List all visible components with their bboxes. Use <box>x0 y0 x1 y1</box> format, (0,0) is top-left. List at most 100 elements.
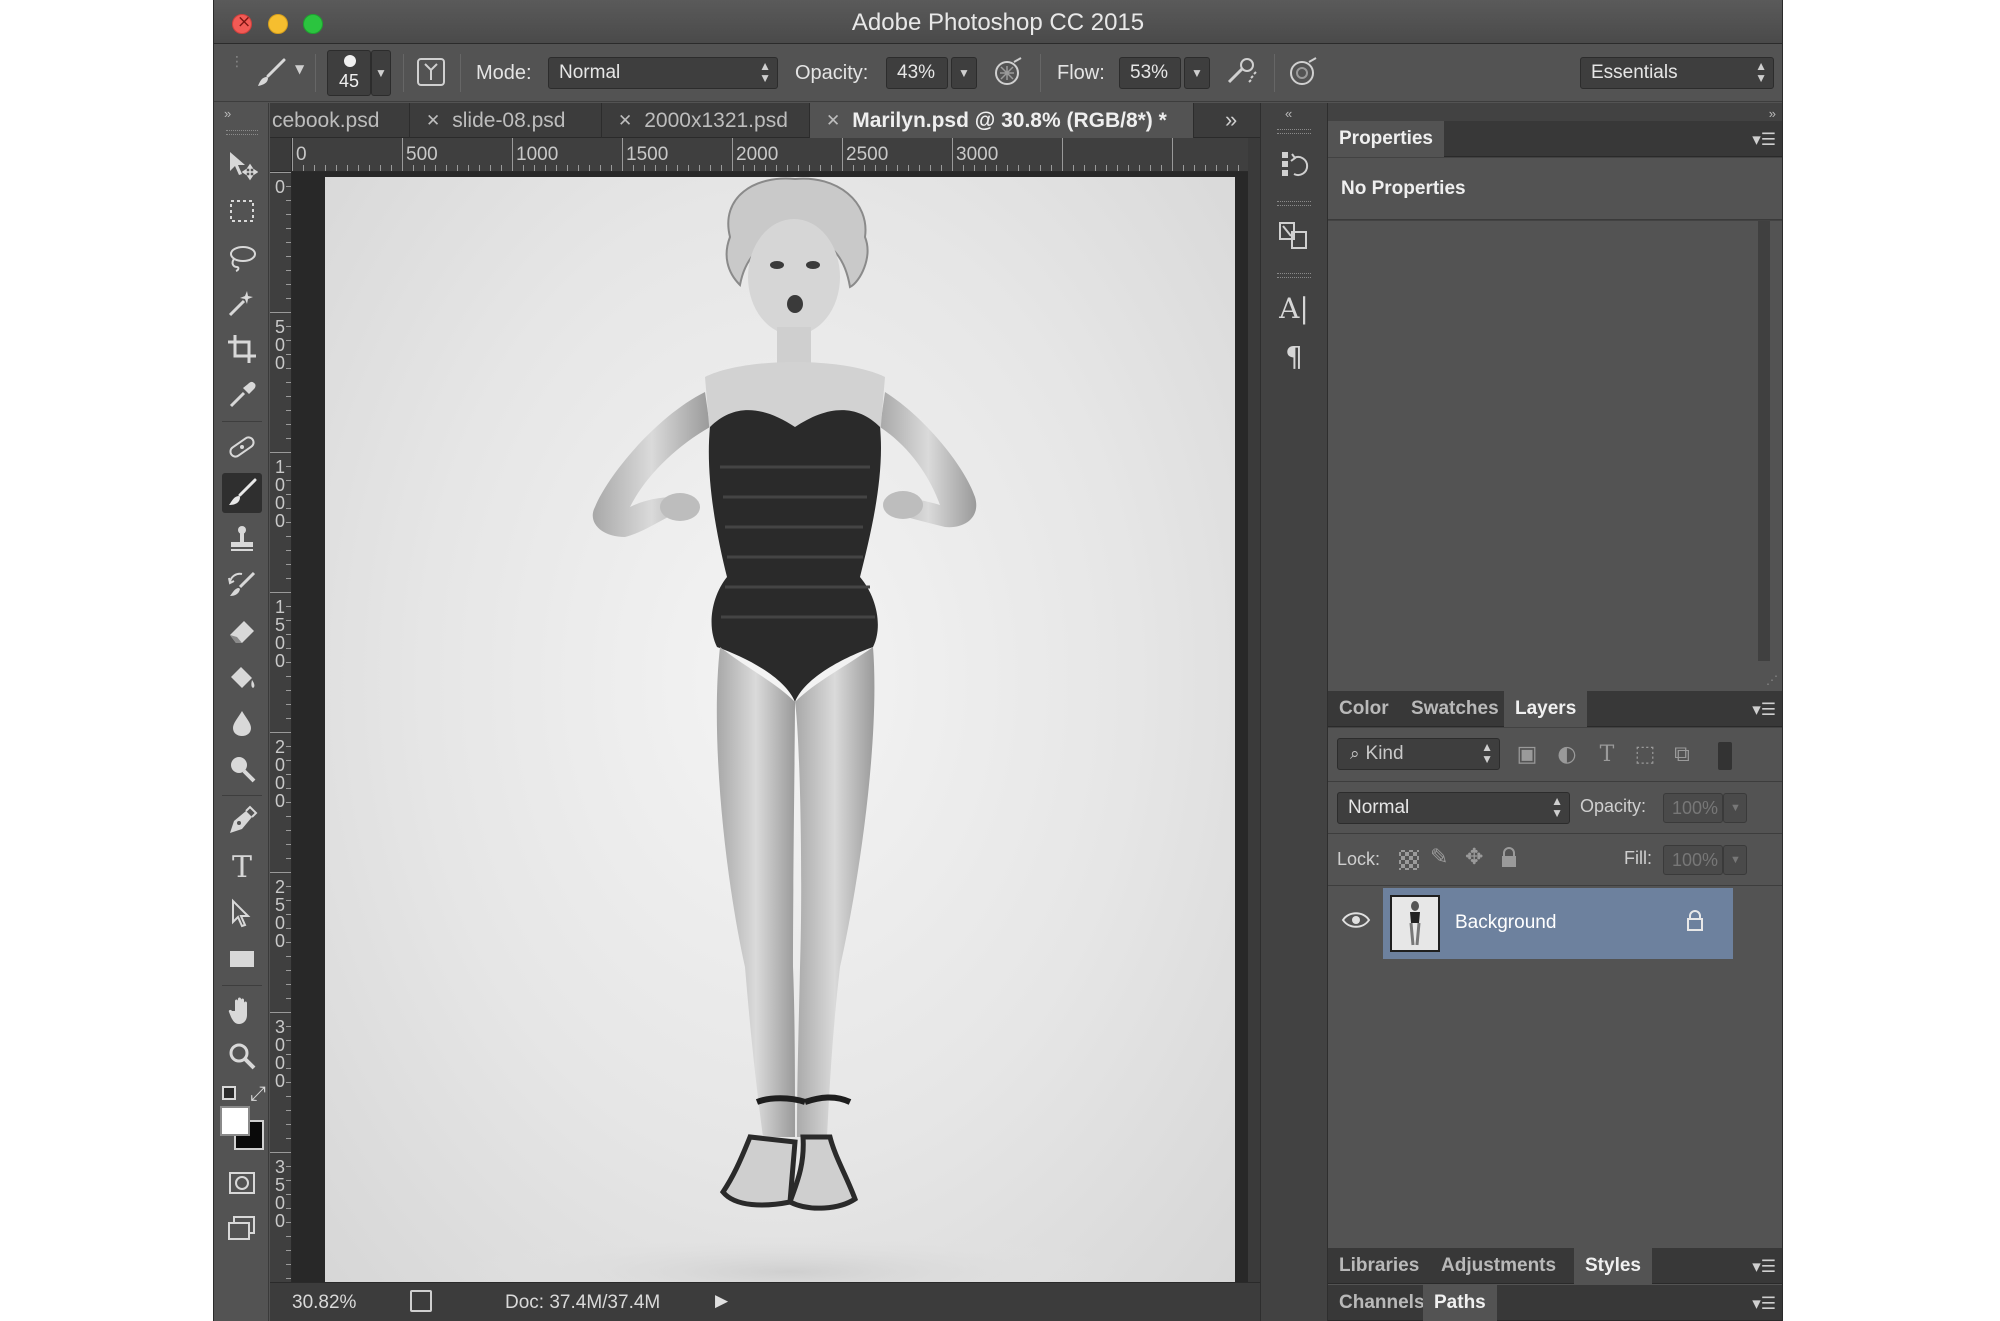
zoom-level[interactable]: 30.82% <box>292 1292 356 1314</box>
quick-mask-icon[interactable] <box>222 1163 262 1203</box>
resize-grip-icon[interactable]: ⋰ <box>1766 673 1778 687</box>
character-panel-icon[interactable]: A| <box>1273 287 1315 329</box>
layer-row[interactable]: Background <box>1328 888 1782 959</box>
panel-menu-icon[interactable]: ▾☰ <box>1752 700 1776 720</box>
workspace-select[interactable]: Essentials ▲ ▼ <box>1580 57 1774 89</box>
collapse-panels-icon[interactable]: » <box>1769 106 1776 121</box>
pressure-size-icon[interactable] <box>1287 56 1319 95</box>
adjustment-filter-icon[interactable]: ◐ <box>1553 740 1581 768</box>
lock-pixels-icon[interactable]: ✎ <box>1430 845 1448 870</box>
flow-dropdown[interactable]: ▼ <box>1184 57 1210 89</box>
path-select-icon[interactable] <box>222 893 262 933</box>
close-tab-icon[interactable]: ✕ <box>826 111 840 131</box>
screen-mode-icon[interactable] <box>222 1209 262 1249</box>
status-menu-arrow-icon[interactable]: ▶ <box>715 1291 728 1311</box>
more-tabs-icon[interactable]: » <box>1225 107 1237 133</box>
document-image[interactable] <box>325 177 1235 1282</box>
layer-opacity-dropdown[interactable]: ▼ <box>1723 793 1747 823</box>
eraser-icon[interactable] <box>222 611 262 651</box>
pixel-filter-icon[interactable]: ▣ <box>1513 740 1541 768</box>
panel-menu-icon[interactable]: ▾☰ <box>1752 1294 1776 1314</box>
type-filter-icon[interactable]: T <box>1593 740 1621 768</box>
tab-cebook[interactable]: cebook.psd <box>270 103 410 138</box>
move-icon[interactable] <box>222 145 262 185</box>
tab-libraries[interactable]: Libraries <box>1328 1248 1430 1284</box>
tab-color[interactable]: Color <box>1328 691 1400 727</box>
layers-scrollbar[interactable] <box>1762 888 1770 959</box>
clone-source-panel-icon[interactable] <box>1273 215 1315 257</box>
fill-field[interactable]: 100% <box>1663 845 1723 875</box>
blend-mode-select[interactable]: Normal ▲ ▼ <box>1337 792 1570 824</box>
flow-field[interactable]: 53% <box>1119 57 1181 89</box>
visibility-eye-icon[interactable] <box>1341 908 1371 937</box>
panel-menu-icon[interactable]: ▾☰ <box>1752 1257 1776 1277</box>
properties-scrollbar[interactable] <box>1758 221 1770 661</box>
layer-thumbnail[interactable] <box>1390 895 1440 952</box>
share-icon[interactable] <box>410 1290 432 1312</box>
rectangle-icon[interactable] <box>222 939 262 979</box>
airbrush-icon[interactable] <box>1225 56 1259 95</box>
lasso-icon[interactable] <box>222 237 262 277</box>
filter-kind-select[interactable]: ⌕ Kind ▲ ▼ <box>1337 738 1500 770</box>
close-tab-icon[interactable]: ✕ <box>618 111 632 131</box>
lock-all-icon[interactable] <box>1500 847 1518 867</box>
lock-transparent-icon[interactable] <box>1399 850 1419 870</box>
vertical-scrollbar[interactable] <box>1248 138 1260 1321</box>
foreground-color-swatch[interactable] <box>220 1106 250 1136</box>
brush-size-box[interactable]: 45 <box>327 50 371 96</box>
collapse-dock-icon[interactable]: « <box>1285 106 1292 121</box>
tab-properties[interactable]: Properties <box>1328 121 1444 157</box>
tab-slide-08[interactable]: ✕ slide-08.psd <box>410 103 602 138</box>
type-icon[interactable]: T <box>222 847 262 887</box>
magic-wand-icon[interactable] <box>222 283 262 323</box>
shape-filter-icon[interactable]: ⬚ <box>1631 740 1659 768</box>
brush-panel-toggle-icon[interactable] <box>415 56 447 95</box>
panel-menu-icon[interactable]: ▾☰ <box>1752 130 1776 150</box>
ruler-corner[interactable] <box>270 138 292 172</box>
collapse-toolbar-icon[interactable]: » <box>224 106 231 121</box>
filter-toggle[interactable] <box>1718 742 1732 770</box>
paragraph-panel-icon[interactable]: ¶ <box>1273 335 1315 377</box>
title-bar: Adobe Photoshop CC 2015 <box>214 0 1782 44</box>
paint-bucket-icon[interactable] <box>222 657 262 697</box>
close-tab-icon[interactable]: ✕ <box>426 111 440 131</box>
marquee-icon[interactable] <box>222 191 262 231</box>
pressure-opacity-icon[interactable] <box>992 56 1024 95</box>
tab-adjustments[interactable]: Adjustments <box>1430 1248 1567 1284</box>
tab-styles[interactable]: Styles <box>1574 1248 1652 1284</box>
history-brush-icon[interactable] <box>222 565 262 605</box>
zoom-icon[interactable] <box>222 1037 262 1077</box>
brush-size-dropdown[interactable]: ▼ <box>371 50 391 96</box>
document-canvas[interactable] <box>292 172 1248 1282</box>
brush-preset-icon[interactable] <box>254 56 288 97</box>
crop-icon[interactable] <box>222 329 262 369</box>
layer-name[interactable]: Background <box>1455 912 1556 934</box>
stamp-icon[interactable] <box>222 519 262 559</box>
history-panel-icon[interactable] <box>1273 143 1315 185</box>
tab-paths[interactable]: Paths <box>1423 1285 1497 1321</box>
lock-position-icon[interactable]: ✥ <box>1465 845 1483 870</box>
dodge-icon[interactable] <box>222 749 262 789</box>
tab-marilyn[interactable]: ✕ Marilyn.psd @ 30.8% (RGB/8*) * <box>810 103 1194 138</box>
horizontal-ruler[interactable]: 0 500 1000 1500 2000 2500 3000 <box>292 138 1248 172</box>
layer-opacity-field[interactable]: 100% <box>1663 793 1723 823</box>
brush-icon[interactable] <box>222 473 262 513</box>
tab-channels[interactable]: Channels <box>1328 1285 1436 1321</box>
tab-2000x1321[interactable]: ✕ 2000x1321.psd <box>602 103 810 138</box>
vertical-ruler[interactable]: 0 500 1000 1500 2000 2500 3000 3500 <box>270 172 292 1282</box>
default-colors-icon[interactable] <box>222 1086 236 1100</box>
swap-colors-icon[interactable]: ⤢ <box>250 1081 266 1105</box>
smart-object-filter-icon[interactable]: ⧉ <box>1668 740 1696 768</box>
tab-swatches[interactable]: Swatches <box>1400 691 1510 727</box>
brush-preset-dropdown-icon[interactable]: ▼ <box>295 62 304 76</box>
mode-select[interactable]: Normal ▲ ▼ <box>548 57 778 89</box>
fill-dropdown[interactable]: ▼ <box>1723 845 1747 875</box>
hand-icon[interactable] <box>222 991 262 1031</box>
opacity-field[interactable]: 43% <box>886 57 948 89</box>
tab-layers[interactable]: Layers <box>1504 691 1588 727</box>
opacity-dropdown[interactable]: ▼ <box>951 57 977 89</box>
eyedropper-icon[interactable] <box>222 375 262 415</box>
blur-icon[interactable] <box>222 703 262 743</box>
pen-icon[interactable] <box>222 801 262 841</box>
healing-icon[interactable] <box>222 427 262 467</box>
